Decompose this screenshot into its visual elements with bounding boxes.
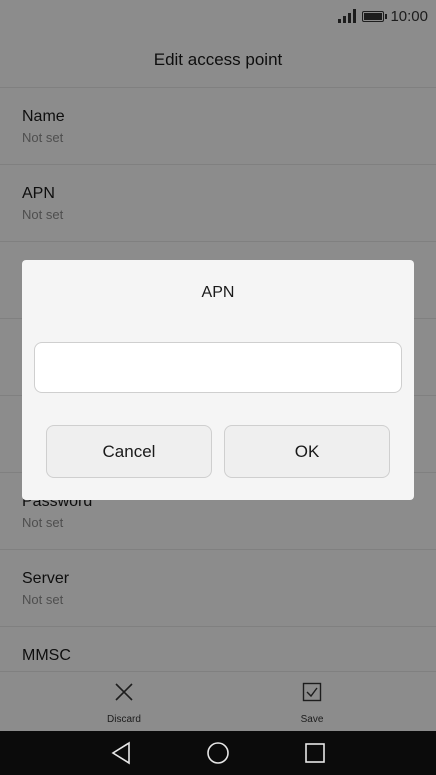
recents-square-icon[interactable] (304, 742, 326, 764)
system-nav-bar (0, 731, 436, 775)
dialog-title: APN (201, 284, 235, 301)
apn-input[interactable] (34, 342, 402, 393)
home-circle-icon[interactable] (206, 741, 230, 765)
apn-dialog: APN Cancel OK (22, 260, 414, 500)
ok-button[interactable]: OK (224, 425, 390, 478)
back-triangle-icon[interactable] (110, 741, 132, 765)
cancel-button[interactable]: Cancel (46, 425, 212, 478)
